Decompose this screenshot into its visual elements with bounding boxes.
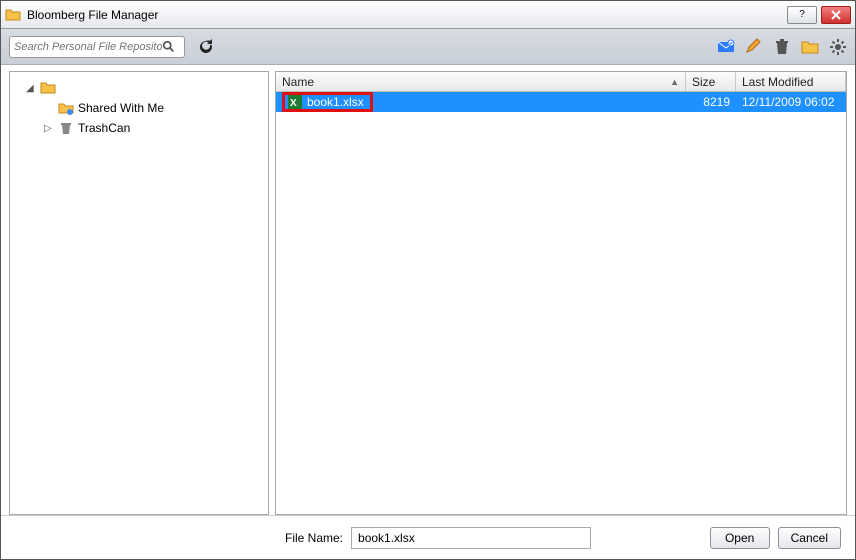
- expand-arrow-icon[interactable]: ◢: [26, 83, 36, 94]
- app-folder-icon: [5, 7, 21, 23]
- list-body: X book1.xlsx 8219 12/11/2009 06:02: [276, 92, 846, 514]
- toolbar-actions: [717, 38, 847, 56]
- trashcan-icon: [58, 120, 74, 136]
- file-modified: 12/11/2009 06:02: [736, 95, 846, 109]
- search-box[interactable]: [9, 36, 185, 58]
- filename-input[interactable]: [351, 527, 591, 549]
- sidebar-item-label: TrashCan: [78, 121, 130, 135]
- file-name: book1.xlsx: [307, 95, 370, 109]
- footer-bar: File Name: Open Cancel: [1, 515, 855, 559]
- file-size: 8219: [686, 95, 736, 109]
- gear-icon[interactable]: [829, 38, 847, 56]
- window-controls: ?: [787, 6, 851, 24]
- open-button[interactable]: Open: [710, 527, 770, 549]
- sort-asc-icon: ▲: [670, 77, 679, 87]
- sidebar-item-trashcan[interactable]: ▷ TrashCan: [14, 118, 264, 138]
- sidebar-item-label: Shared With Me: [78, 101, 164, 115]
- svg-text:X: X: [290, 98, 297, 109]
- highlighted-file: X book1.xlsx: [282, 92, 373, 112]
- file-list: Name ▲ Size Last Modified X book1.xlsx 8…: [275, 71, 847, 515]
- search-icon[interactable]: [162, 40, 176, 54]
- filename-label: File Name:: [285, 531, 343, 545]
- file-row[interactable]: X book1.xlsx 8219 12/11/2009 06:02: [276, 92, 846, 112]
- search-input[interactable]: [14, 41, 162, 53]
- window-title: Bloomberg File Manager: [27, 8, 787, 22]
- excel-file-icon: X: [287, 94, 303, 110]
- pencil-icon[interactable]: [745, 38, 763, 56]
- folder-icon[interactable]: [801, 38, 819, 56]
- toolbar: [1, 29, 855, 65]
- list-header: Name ▲ Size Last Modified: [276, 72, 846, 92]
- collapse-arrow-icon[interactable]: ▷: [44, 123, 54, 134]
- cancel-button[interactable]: Cancel: [778, 527, 841, 549]
- trash-icon[interactable]: [773, 38, 791, 56]
- content-area: ◢ Shared With Me ▷ TrashCan: [1, 65, 855, 515]
- title-bar: Bloomberg File Manager ?: [1, 1, 855, 29]
- column-header-name[interactable]: Name ▲: [276, 72, 686, 91]
- shared-folder-icon: [58, 100, 74, 116]
- folder-open-icon: [40, 80, 56, 96]
- sidebar-item-shared[interactable]: Shared With Me: [14, 98, 264, 118]
- tree-root[interactable]: ◢: [14, 78, 264, 98]
- mail-icon[interactable]: [717, 38, 735, 56]
- close-button[interactable]: [821, 6, 851, 24]
- refresh-button[interactable]: [195, 36, 217, 58]
- column-header-modified[interactable]: Last Modified: [736, 72, 846, 91]
- column-header-size[interactable]: Size: [686, 72, 736, 91]
- help-button[interactable]: ?: [787, 6, 817, 24]
- sidebar-tree: ◢ Shared With Me ▷ TrashCan: [9, 71, 269, 515]
